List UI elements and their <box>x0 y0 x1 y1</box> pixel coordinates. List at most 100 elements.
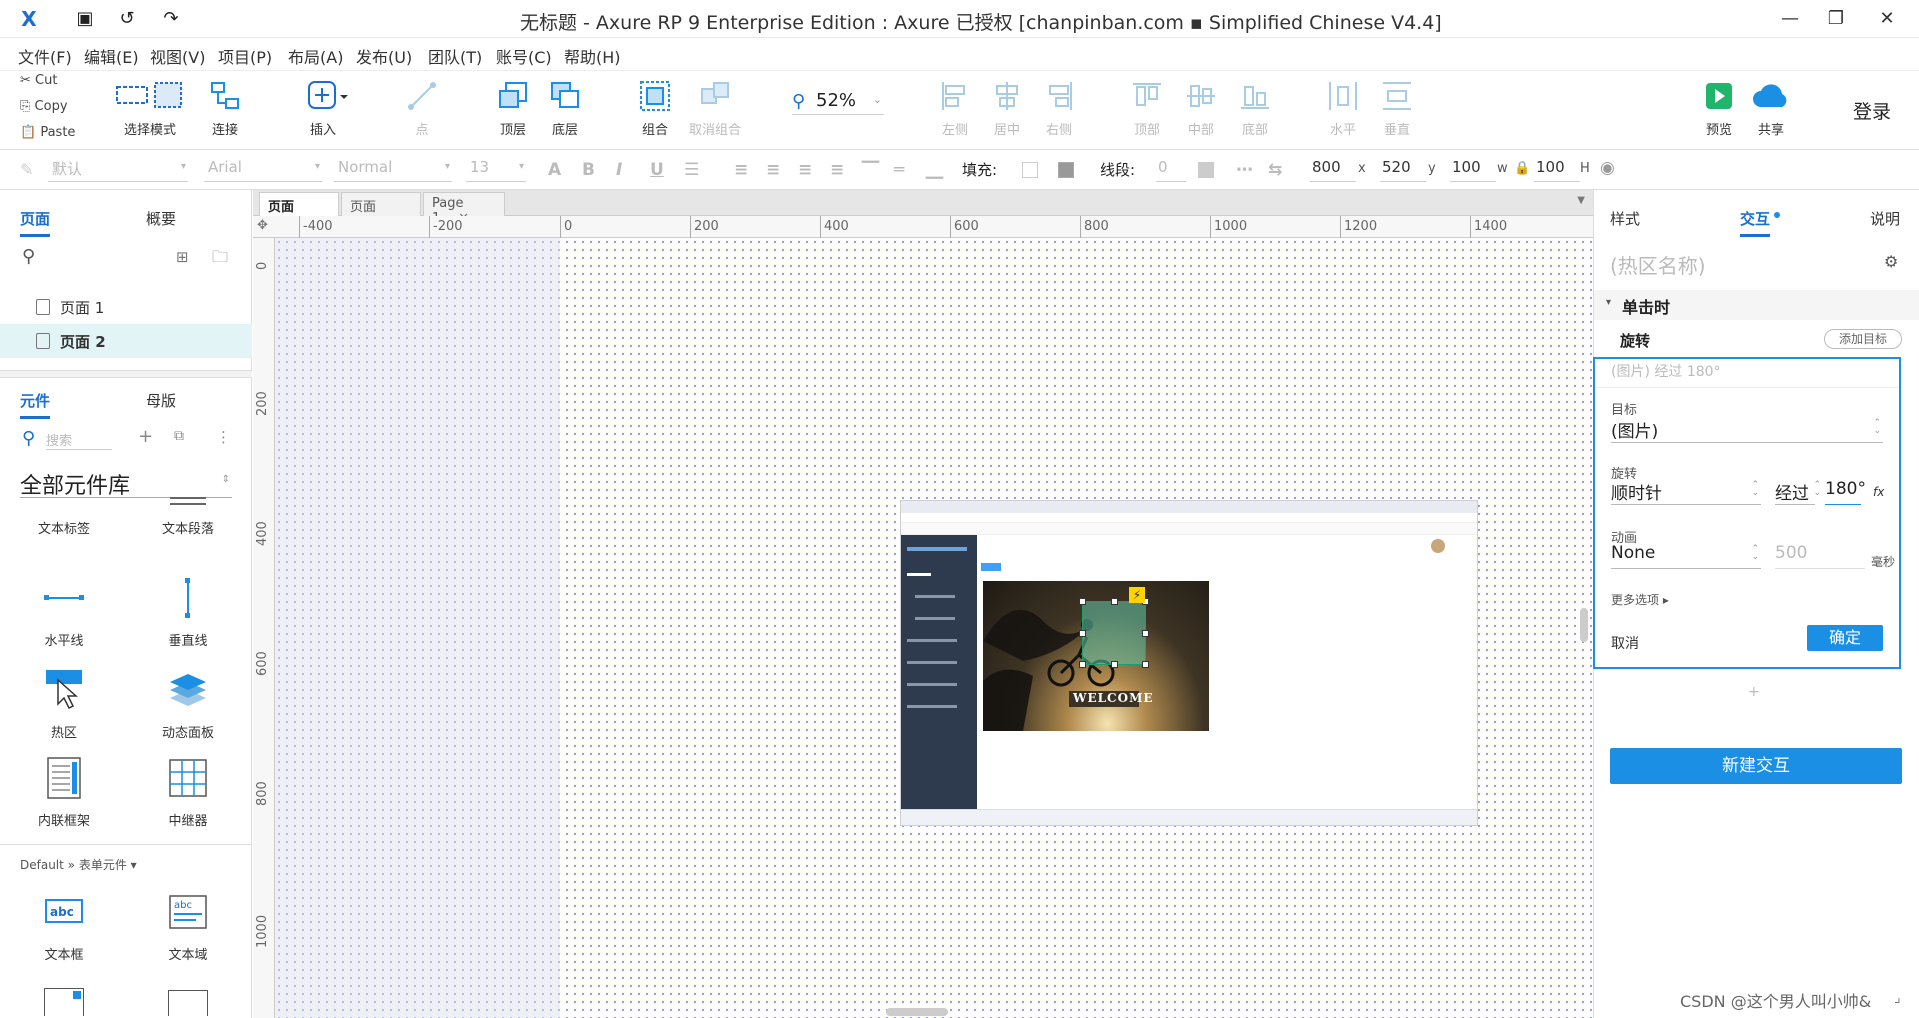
ungroup-button[interactable]: 取消组合 <box>680 79 750 138</box>
library-copy-icon[interactable]: ⧉ <box>174 428 184 444</box>
page-search-icon[interactable]: ⚲ <box>22 246 35 267</box>
tab-outline[interactable]: 概要 <box>146 208 176 229</box>
widget-text-field[interactable]: abc 文本框 <box>4 890 124 963</box>
menu-account[interactable]: 账号(C) <box>496 44 552 68</box>
fx-button[interactable]: fx <box>1873 485 1884 499</box>
font-select[interactable]: Arial ▾ <box>204 158 322 182</box>
widget-search-input[interactable]: 搜索 <box>46 430 112 450</box>
selected-hotspot[interactable] <box>1079 598 1149 668</box>
login-button[interactable]: 登录 <box>1853 97 1891 124</box>
add-library-icon[interactable]: + <box>138 426 153 447</box>
justify-text-icon[interactable]: ≡ <box>830 160 844 180</box>
valign-bottom-icon[interactable]: ⎽ <box>926 160 943 180</box>
duration-input[interactable]: 500 <box>1775 543 1865 569</box>
menu-team[interactable]: 团队(T) <box>428 44 482 68</box>
lock-ratio-icon[interactable]: 🔒 <box>1514 161 1530 176</box>
font-size-select[interactable]: 13 ▾ <box>466 158 526 182</box>
fill-shadow-swatch[interactable] <box>1058 162 1074 178</box>
menu-publish[interactable]: 发布(U) <box>356 44 412 68</box>
bullet-list-icon[interactable]: ☰ <box>684 160 699 180</box>
more-options-icon[interactable]: ⋮ <box>216 428 231 446</box>
doc-tab-page-1-en[interactable]: Page 1✕ <box>423 192 505 226</box>
width-input[interactable]: 100 <box>1450 158 1496 182</box>
height-input[interactable]: 100 <box>1534 158 1580 182</box>
cut-button[interactable]: ✂ Cut <box>20 73 57 88</box>
align-bottom-button[interactable]: 底部 <box>1220 79 1290 138</box>
tab-notes[interactable]: 说明 <box>1870 208 1900 229</box>
event-header[interactable]: ▾ 单击时 <box>1594 290 1919 320</box>
widget-listbox-partial[interactable] <box>44 988 84 1016</box>
tab-widgets[interactable]: 元件 <box>20 390 50 411</box>
via-select[interactable]: 经过 ⌃ ⌄ <box>1775 479 1821 505</box>
x-input[interactable]: 800 <box>1310 158 1356 182</box>
send-to-back-button[interactable]: 底层 <box>530 79 600 138</box>
new-interaction-plus-icon[interactable]: + <box>1748 684 1760 700</box>
minimize-icon[interactable]: — <box>1767 4 1813 34</box>
widget-dynamic-panel[interactable]: 动态面板 <box>128 668 248 741</box>
canvas-v-scrollbar[interactable] <box>1580 608 1588 642</box>
add-page-icon[interactable]: ⊞ <box>176 248 189 266</box>
valign-middle-icon[interactable]: ═ <box>894 160 904 180</box>
menu-layout[interactable]: 布局(A) <box>288 44 343 68</box>
confirm-button[interactable]: 确定 <box>1807 625 1883 651</box>
menu-file[interactable]: 文件(F) <box>18 44 72 68</box>
widget-text-paragraph[interactable]: 文本段落 <box>128 492 248 537</box>
valign-top-icon[interactable]: ⎺ <box>862 160 879 180</box>
paste-button[interactable]: 📋 Paste <box>20 125 75 140</box>
copy-button[interactable]: ⎘ Copy <box>20 99 68 114</box>
close-icon[interactable]: ✕ <box>1864 4 1910 34</box>
menu-project[interactable]: 项目(P) <box>218 44 272 68</box>
align-text-center-icon[interactable]: ≡ <box>766 160 780 180</box>
target-select[interactable]: (图片) ⌃ ⌄ <box>1611 417 1883 443</box>
line-color-swatch[interactable] <box>1198 162 1214 178</box>
italic-icon[interactable]: I <box>616 160 622 180</box>
share-button[interactable]: 共享 <box>1736 79 1806 138</box>
direction-select[interactable]: 顺时针 ⌃ ⌄ <box>1611 479 1761 505</box>
insert-button[interactable]: 插入 <box>288 79 358 138</box>
tab-style[interactable]: 样式 <box>1610 208 1640 229</box>
maximize-icon[interactable]: ❐ <box>1813 4 1859 34</box>
widget-search-icon[interactable]: ⚲ <box>22 428 35 449</box>
widget-inline-frame[interactable]: 内联框架 <box>4 756 124 829</box>
tab-masters[interactable]: 母版 <box>146 390 176 411</box>
align-text-left-icon[interactable]: ≡ <box>734 160 748 180</box>
arrow-style-icon[interactable]: ⇆ <box>1268 160 1282 180</box>
doc-tab-page-1[interactable]: 页面 1✕ <box>341 192 421 230</box>
interaction-settings-icon[interactable]: ⚙ <box>1884 252 1898 271</box>
widget-text-label[interactable]: 文本标签 <box>4 512 124 537</box>
point-button[interactable]: 点 <box>387 79 457 138</box>
more-options-link[interactable]: 更多选项 ▸ <box>1611 591 1669 608</box>
hotspot-name-input[interactable]: (热区名称) <box>1610 250 1706 279</box>
embedded-screenshot-image[interactable]: WELCOME ⚡ <box>900 500 1478 826</box>
y-input[interactable]: 520 <box>1380 158 1426 182</box>
degree-input[interactable]: 180° <box>1825 479 1866 505</box>
line-width-input[interactable]: 0 <box>1156 158 1186 182</box>
align-text-right-icon[interactable]: ≡ <box>798 160 812 180</box>
bold-icon[interactable]: B <box>582 160 595 180</box>
visibility-eye-icon[interactable]: ◉ <box>1600 158 1615 178</box>
menu-help[interactable]: 帮助(H) <box>564 44 621 68</box>
widget-vertical-line[interactable]: 垂直线 <box>128 576 248 649</box>
select-mode-button[interactable]: 选择模式 <box>115 79 185 138</box>
connect-button[interactable]: 连接 <box>190 79 260 138</box>
new-interaction-button[interactable]: 新建交互 <box>1610 748 1902 784</box>
form-widgets-section[interactable]: Default » 表单元件 ▾ <box>20 856 137 873</box>
widget-repeater[interactable]: 中继器 <box>128 756 248 829</box>
save-icon[interactable]: ▣ <box>74 8 96 30</box>
widget-droplist-partial[interactable] <box>168 990 208 1016</box>
menu-edit[interactable]: 编辑(E) <box>84 44 139 68</box>
fill-color-swatch[interactable] <box>1022 162 1038 178</box>
widget-horizontal-line[interactable]: 水平线 <box>4 576 124 649</box>
widget-hotspot[interactable]: 热区 <box>4 668 124 741</box>
add-folder-icon[interactable]: 🗀 <box>212 246 228 273</box>
font-color-icon[interactable]: A <box>548 160 561 180</box>
tabs-overflow-icon[interactable]: ▼ <box>1577 195 1585 206</box>
undo-icon[interactable]: ↺ <box>116 8 138 30</box>
add-target-button[interactable]: 添加目标 <box>1824 329 1902 349</box>
distribute-vertical-button[interactable]: 垂直 <box>1362 79 1432 138</box>
menu-view[interactable]: 视图(V) <box>150 44 205 68</box>
line-style-icon[interactable]: ⋯ <box>1236 160 1253 180</box>
canvas-h-scrollbar[interactable] <box>886 1008 948 1016</box>
widget-text-area[interactable]: abc 文本域 <box>128 890 248 963</box>
style-select[interactable]: 默认 ▾ <box>48 158 188 182</box>
